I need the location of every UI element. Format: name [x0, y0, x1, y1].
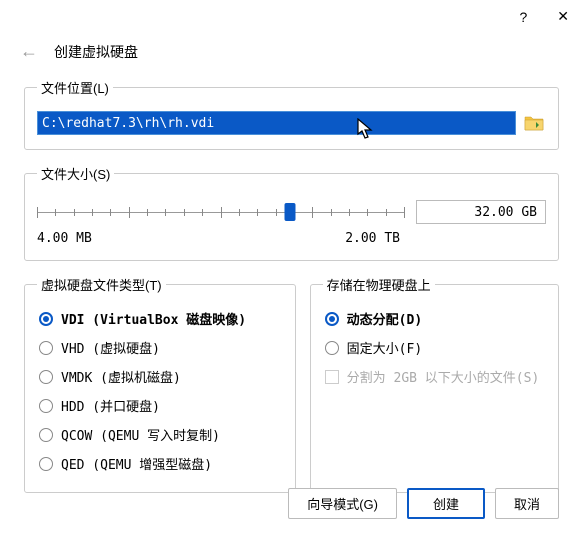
- radio-icon: [325, 312, 339, 326]
- file-size-group: 文件大小(S) 4.00 MB 2.00 TB: [24, 164, 559, 261]
- disk-type-label: QCOW (QEMU 写入时复制): [61, 425, 220, 444]
- size-input[interactable]: [416, 200, 546, 224]
- disk-type-option-4[interactable]: QCOW (QEMU 写入时复制): [37, 420, 283, 449]
- split-checkbox: [325, 370, 339, 384]
- storage-option-1[interactable]: 固定大小(F): [323, 333, 546, 362]
- disk-type-legend: 虚拟硬盘文件类型(T): [37, 275, 166, 294]
- disk-type-group: 虚拟硬盘文件类型(T) VDI (VirtualBox 磁盘映像) VHD (虚拟…: [24, 275, 296, 493]
- disk-type-option-1[interactable]: VHD (虚拟硬盘): [37, 333, 283, 362]
- split-label: 分割为 2GB 以下大小的文件(S): [347, 367, 540, 386]
- back-icon[interactable]: ←: [14, 39, 44, 64]
- disk-type-option-2[interactable]: VMDK (虚拟机磁盘): [37, 362, 283, 391]
- disk-type-option-0[interactable]: VDI (VirtualBox 磁盘映像): [37, 304, 283, 333]
- cancel-button[interactable]: 取消: [495, 488, 559, 519]
- disk-type-label: VDI (VirtualBox 磁盘映像): [61, 309, 246, 328]
- size-max-label: 2.00 TB: [345, 231, 400, 246]
- create-button[interactable]: 创建: [407, 488, 485, 519]
- storage-label: 固定大小(F): [347, 338, 422, 357]
- radio-icon: [325, 341, 339, 355]
- file-path-input[interactable]: [37, 111, 516, 135]
- split-checkbox-item: 分割为 2GB 以下大小的文件(S): [323, 362, 546, 391]
- file-location-group: 文件位置(L): [24, 78, 559, 150]
- storage-legend: 存储在物理硬盘上: [323, 275, 435, 294]
- disk-type-label: VMDK (虚拟机磁盘): [61, 367, 181, 386]
- size-slider[interactable]: [37, 199, 404, 225]
- disk-type-label: HDD (并口硬盘): [61, 396, 160, 415]
- size-min-label: 4.00 MB: [37, 231, 92, 246]
- page-title: 创建虚拟硬盘: [54, 42, 138, 62]
- help-icon[interactable]: ?: [519, 9, 527, 25]
- disk-type-label: VHD (虚拟硬盘): [61, 338, 160, 357]
- file-size-legend: 文件大小(S): [37, 164, 114, 183]
- storage-group: 存储在物理硬盘上 动态分配(D) 固定大小(F) 分割为 2GB 以下大小的文件(…: [310, 275, 559, 493]
- slider-thumb[interactable]: [285, 203, 296, 221]
- radio-icon: [39, 341, 53, 355]
- radio-icon: [39, 457, 53, 471]
- radio-icon: [39, 370, 53, 384]
- storage-option-0[interactable]: 动态分配(D): [323, 304, 546, 333]
- radio-icon: [39, 399, 53, 413]
- disk-type-label: QED (QEMU 增强型磁盘): [61, 454, 212, 473]
- close-icon[interactable]: ✕: [557, 8, 569, 25]
- disk-type-option-5[interactable]: QED (QEMU 增强型磁盘): [37, 449, 283, 478]
- file-location-legend: 文件位置(L): [37, 78, 113, 97]
- storage-label: 动态分配(D): [347, 309, 422, 328]
- disk-type-option-3[interactable]: HDD (并口硬盘): [37, 391, 283, 420]
- browse-button[interactable]: [522, 111, 546, 135]
- radio-icon: [39, 312, 53, 326]
- guide-mode-button[interactable]: 向导模式(G): [288, 488, 397, 519]
- folder-icon: [524, 114, 544, 132]
- radio-icon: [39, 428, 53, 442]
